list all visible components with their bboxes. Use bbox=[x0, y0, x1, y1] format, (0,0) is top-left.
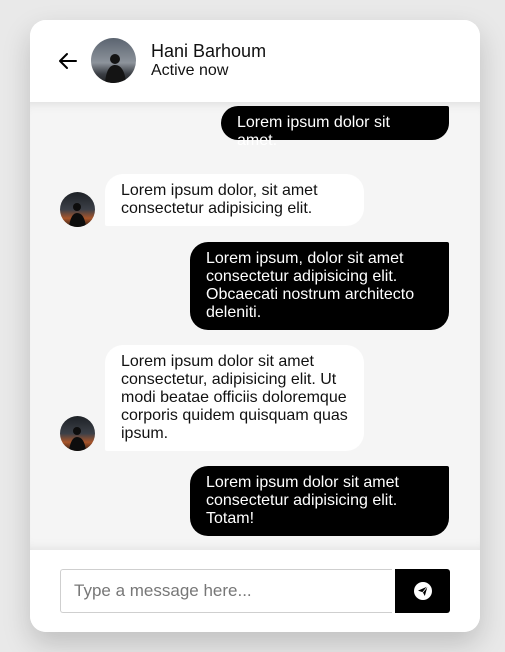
paper-plane-icon bbox=[413, 582, 432, 600]
contact-name: Hani Barhoum bbox=[151, 41, 267, 61]
contact-avatar-small bbox=[60, 192, 95, 227]
message-text: Lorem ipsum dolor sit amet consectetur a… bbox=[206, 474, 399, 527]
chat-window: Hani Barhoum Active now Lorem ipsum dolo… bbox=[30, 20, 480, 632]
message-outgoing: Lorem ipsum dolor sit amet. bbox=[221, 106, 449, 149]
chat-header: Hani Barhoum Active now bbox=[30, 20, 480, 102]
message-outgoing: Lorem ipsum, dolor sit amet consectetur … bbox=[190, 242, 449, 330]
arrow-left-icon bbox=[59, 53, 77, 69]
composer bbox=[30, 550, 480, 632]
send-button[interactable] bbox=[395, 569, 450, 613]
message-text: Lorem ipsum dolor sit amet consectetur, … bbox=[121, 353, 348, 442]
contact-status: Active now bbox=[151, 62, 229, 79]
message-text: Lorem ipsum dolor, sit amet consectetur … bbox=[121, 182, 318, 217]
message-outgoing: Lorem ipsum dolor sit amet consectetur a… bbox=[190, 466, 449, 536]
contact-avatar[interactable] bbox=[91, 38, 136, 83]
contact-avatar-small bbox=[60, 416, 95, 451]
message-incoming: Lorem ipsum dolor sit amet consectetur, … bbox=[105, 345, 364, 451]
message-text: Lorem ipsum, dolor sit amet consectetur … bbox=[206, 250, 415, 321]
message-incoming: Lorem ipsum dolor, sit amet consectetur … bbox=[105, 174, 364, 226]
message-list[interactable]: Lorem ipsum dolor sit amet. Lorem ipsum … bbox=[30, 102, 480, 550]
message-input[interactable] bbox=[60, 569, 392, 613]
message-text: Lorem ipsum dolor sit amet. bbox=[237, 114, 390, 149]
back-button[interactable] bbox=[55, 48, 81, 74]
